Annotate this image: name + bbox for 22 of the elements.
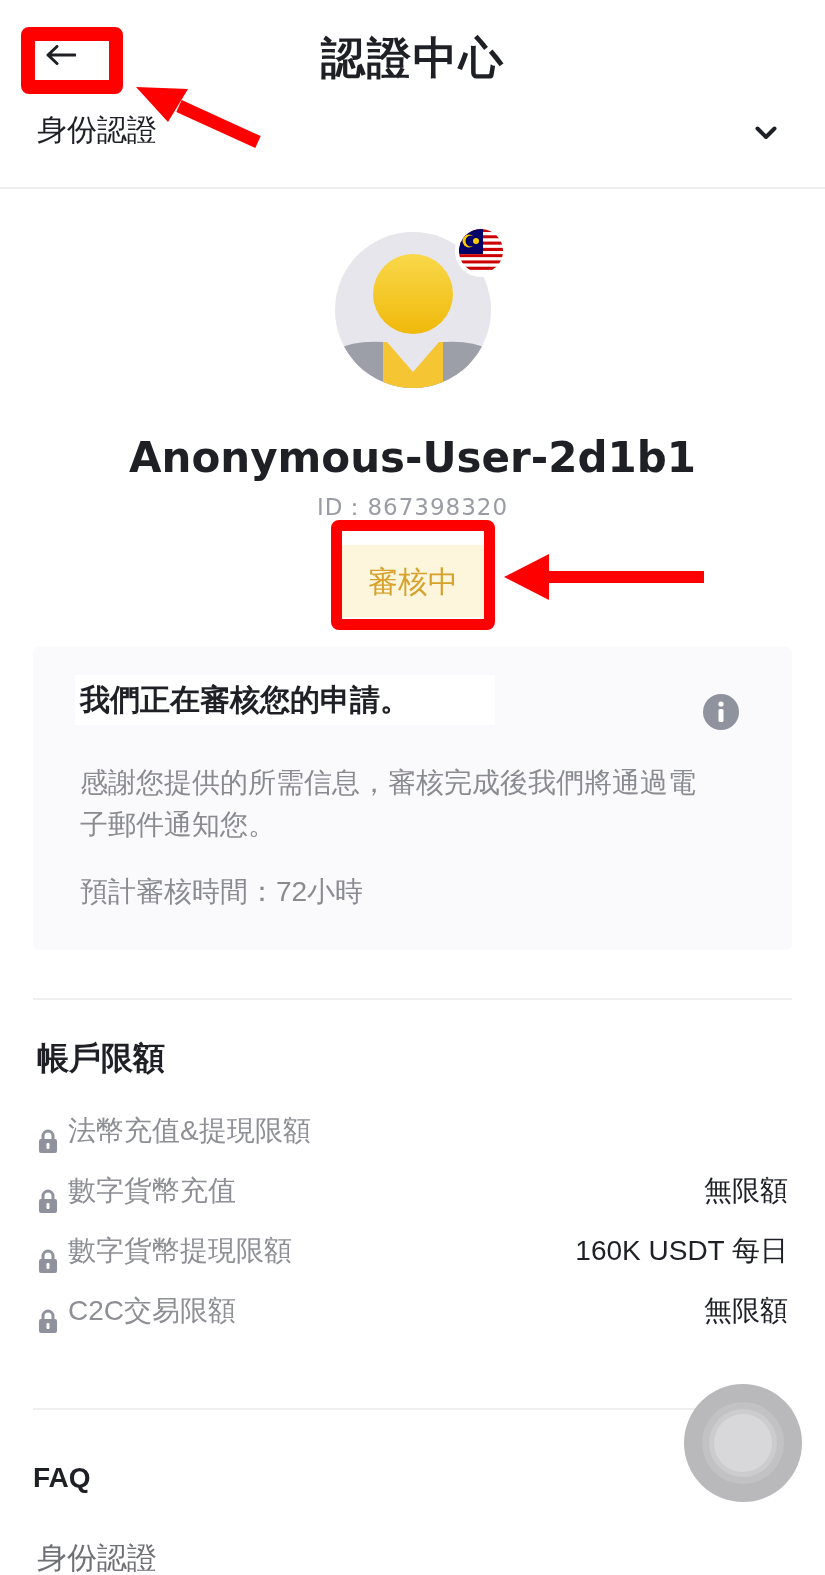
faq-title: FAQ <box>33 1461 92 1495</box>
circle-icon <box>702 1402 784 1484</box>
back-arrow-icon <box>45 45 76 65</box>
faq-item[interactable]: 身份認證 <box>37 1538 157 1575</box>
identity-dropdown[interactable]: 身份認證 <box>0 86 825 189</box>
limit-value: 無限額 <box>704 1294 788 1328</box>
notice-title: 我們正在審核您的申請。 <box>75 675 495 725</box>
limit-label: 數字貨幣充值 <box>68 1174 236 1208</box>
username: Anonymous-User-2d1b1 <box>129 433 696 483</box>
limit-label: C2C交易限額 <box>68 1294 236 1328</box>
limit-value: 160K USDT 每日 <box>575 1234 788 1268</box>
limit-label: 數字貨幣提現限額 <box>68 1234 292 1268</box>
section-title: 帳戶限額 <box>37 1039 166 1078</box>
status-badge: 審核中 <box>341 545 484 617</box>
estimate-text: 預計審核時間：72小時 <box>80 875 365 909</box>
chevron-down-icon <box>755 126 777 140</box>
page-title: 認證中心 <box>320 32 505 84</box>
limit-value: 無限額 <box>704 1174 788 1208</box>
notice-text: 感謝您提供的所需信息，審核完成後我們將通過電子郵件通知您。 <box>80 766 697 842</box>
info-icon[interactable] <box>703 694 739 730</box>
user-id: ID：867398320 <box>316 493 509 521</box>
limit-label: 法幣充值&提現限額 <box>68 1114 311 1148</box>
